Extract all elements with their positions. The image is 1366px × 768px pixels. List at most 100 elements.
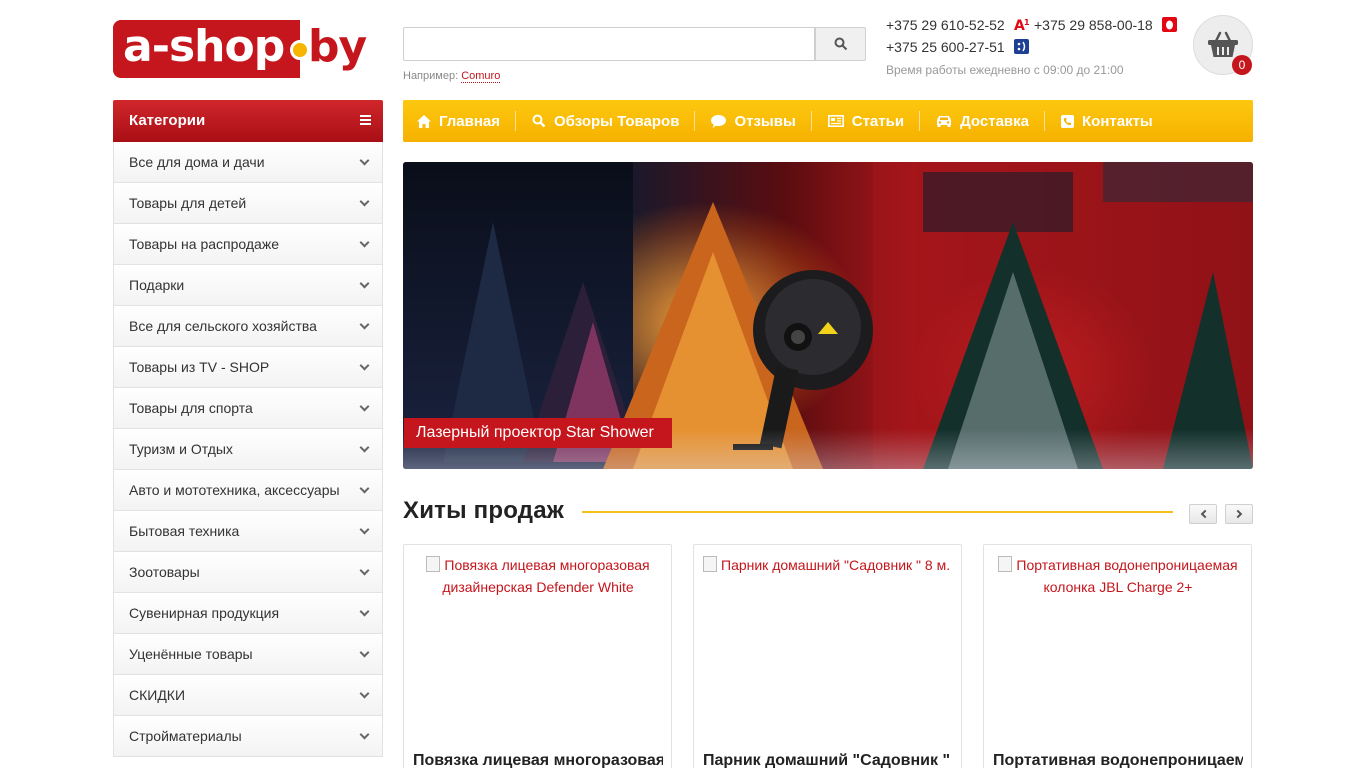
chevron-down-icon[interactable] [359, 565, 370, 576]
product-card[interactable]: Портативная водонепроницаемая колонка JB… [983, 544, 1252, 768]
phone-a1-number: +375 29 610-52-52 [886, 17, 1005, 33]
product-card[interactable]: Повязка лицевая многоразовая дизайнерска… [403, 544, 672, 768]
svg-text:1: 1 [1024, 18, 1030, 27]
product-image-alt: Парник домашний "Садовник " 8 м. [721, 557, 951, 573]
sidebar-category-label: Товары на распродаже [129, 236, 279, 252]
chevron-down-icon[interactable] [359, 319, 370, 330]
life-operator-icon [1013, 39, 1029, 54]
sidebar-category-item[interactable]: Авто и мототехника, аксессуары [113, 470, 383, 511]
chevron-down-icon[interactable] [359, 442, 370, 453]
sidebar-category-label: Товары из TV - SHOP [129, 359, 270, 375]
sidebar-category-label: Зоотовары [129, 564, 200, 580]
nav-reviews-products[interactable]: Обзоры Товаров [532, 113, 694, 130]
chevron-down-icon[interactable] [359, 278, 370, 289]
chevron-down-icon[interactable] [359, 688, 370, 699]
nav-delivery[interactable]: Доставка [936, 113, 1044, 130]
sidebar-category-item[interactable]: Подарки [113, 265, 383, 306]
search-button[interactable] [815, 27, 866, 61]
product-image[interactable]: Парник домашний "Садовник " 8 м. [703, 554, 953, 744]
phone-a1[interactable]: +375 29 610-52-52 A1 [886, 17, 1030, 33]
newspaper-icon [827, 115, 844, 127]
search-hint-link[interactable]: Comuro [461, 70, 501, 83]
product-name[interactable]: Портативная водонепроницаемая колонка JB… [993, 752, 1243, 768]
car-icon [937, 116, 952, 127]
work-hours: Время работы ежедневно с 09:00 до 21:00 [886, 63, 1124, 77]
promo-banner[interactable]: Лазерный проектор Star Shower [403, 162, 1253, 469]
sidebar-category-item[interactable]: Товары на распродаже [113, 224, 383, 265]
sidebar-category-label: Все для сельского хозяйства [129, 318, 317, 334]
product-name[interactable]: Повязка лицевая многоразовая дизайнерска… [413, 752, 663, 768]
hits-divider [582, 511, 1173, 513]
product-name[interactable]: Парник домашний "Садовник " 8 м. [703, 752, 953, 768]
sidebar-category-item[interactable]: СКИДКИ [113, 675, 383, 716]
nav-contacts[interactable]: Контакты [1061, 113, 1168, 130]
sidebar-category-item[interactable]: Стройматериалы [113, 716, 383, 757]
nav-delivery-label: Доставка [960, 112, 1029, 130]
chevron-down-icon[interactable] [359, 155, 370, 166]
sidebar-category-label: Все для дома и дачи [129, 154, 265, 170]
comment-icon [711, 114, 727, 128]
search-input[interactable] [403, 27, 815, 61]
search-icon [532, 114, 546, 128]
nav-divider [810, 111, 812, 131]
sidebar-category-item[interactable]: Все для дома и дачи [113, 142, 383, 183]
logo-dot [290, 40, 310, 60]
chevron-down-icon[interactable] [359, 647, 370, 658]
nav-divider [694, 111, 696, 131]
chevron-down-icon[interactable] [359, 196, 370, 207]
site-logo[interactable]: a-shop by [113, 20, 383, 78]
nav-divider [515, 111, 517, 131]
product-image[interactable]: Портативная водонепроницаемая колонка JB… [993, 554, 1243, 744]
logo-text-right: by [308, 21, 367, 72]
sidebar-category-item[interactable]: Все для сельского хозяйства [113, 306, 383, 347]
chevron-down-icon[interactable] [359, 237, 370, 248]
category-sidebar: Категории Все для дома и дачи Товары для … [113, 100, 383, 757]
banner-caption[interactable]: Лазерный проектор Star Shower [404, 418, 672, 448]
product-image-alt: Портативная водонепроницаемая колонка JB… [1016, 557, 1238, 595]
sidebar-category-item[interactable]: Зоотовары [113, 552, 383, 593]
logo-text-left: a-shop [113, 20, 300, 78]
sidebar-category-item[interactable]: Уценённые товары [113, 634, 383, 675]
phone-mts[interactable]: +375 29 858-00-18 [1034, 17, 1177, 33]
sidebar-category-item[interactable]: Товары из TV - SHOP [113, 347, 383, 388]
nav-articles-label: Статьи [851, 112, 905, 130]
product-image-alt: Повязка лицевая многоразовая дизайнерска… [442, 557, 650, 595]
menu-icon[interactable] [360, 115, 371, 125]
sidebar-category-item[interactable]: Туризм и Отдых [113, 429, 383, 470]
product-card[interactable]: Парник домашний "Садовник " 8 м. Парник … [693, 544, 962, 768]
sidebar-category-label: Товары для спорта [129, 400, 253, 416]
sidebar-category-item[interactable]: Сувенирная продукция [113, 593, 383, 634]
categories-header[interactable]: Категории [113, 100, 383, 142]
cart-count-badge: 0 [1232, 55, 1252, 75]
broken-image-icon [426, 556, 441, 572]
chevron-down-icon[interactable] [359, 729, 370, 740]
sidebar-category-label: Товары для детей [129, 195, 247, 211]
basket-icon [1208, 31, 1238, 57]
chevron-down-icon[interactable] [359, 483, 370, 494]
chevron-down-icon[interactable] [359, 360, 370, 371]
nav-home[interactable]: Главная [417, 113, 515, 130]
nav-feedback[interactable]: Отзывы [711, 113, 810, 130]
search-hint: Например: Comuro [403, 70, 501, 83]
nav-feedback-label: Отзывы [734, 112, 796, 130]
chevron-down-icon[interactable] [359, 606, 370, 617]
chevron-down-icon[interactable] [359, 524, 370, 535]
sidebar-category-item[interactable]: Товары для спорта [113, 388, 383, 429]
sidebar-category-label: Сувенирная продукция [129, 605, 280, 621]
chevron-down-icon[interactable] [359, 401, 370, 412]
nav-articles[interactable]: Статьи [827, 112, 919, 130]
sidebar-category-label: Подарки [129, 277, 185, 293]
phone-life[interactable]: +375 25 600-27-51 [886, 39, 1029, 55]
carousel-next-button[interactable] [1225, 504, 1253, 524]
sidebar-category-label: Авто и мототехника, аксессуары [129, 482, 340, 498]
nav-divider [919, 111, 921, 131]
product-image[interactable]: Повязка лицевая многоразовая дизайнерска… [413, 554, 663, 744]
sidebar-category-item[interactable]: Товары для детей [113, 183, 383, 224]
sidebar-category-label: Уценённые товары [129, 646, 253, 662]
home-icon [417, 114, 431, 128]
sidebar-category-item[interactable]: Бытовая техника [113, 511, 383, 552]
carousel-prev-button[interactable] [1189, 504, 1217, 524]
nav-home-label: Главная [439, 112, 501, 130]
hits-title: Хиты продаж [403, 497, 564, 524]
sidebar-category-label: Стройматериалы [129, 728, 242, 744]
